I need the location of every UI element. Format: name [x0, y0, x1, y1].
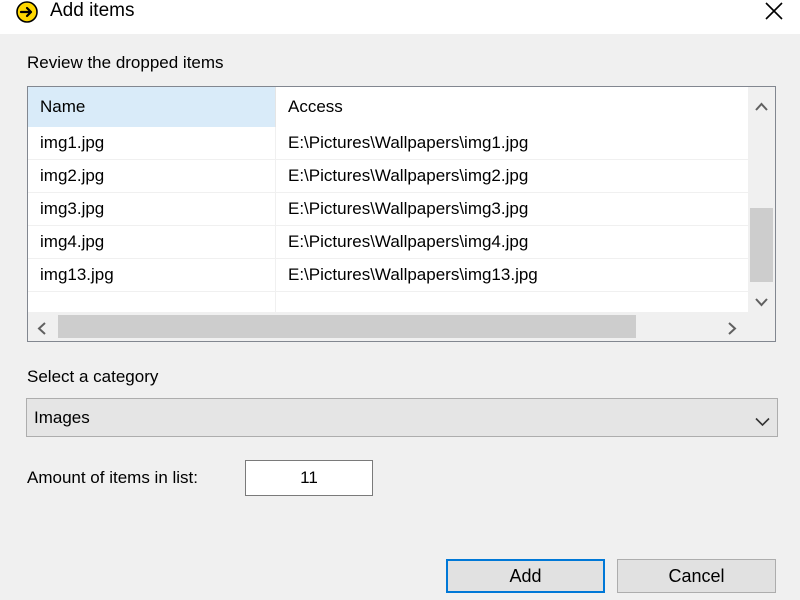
table-row[interactable]: img1.jpg E:\Pictures\Wallpapers\img1.jpg — [28, 127, 748, 160]
amount-field[interactable]: 11 — [245, 460, 373, 496]
cell-name: img1.jpg — [28, 127, 276, 159]
cell-name: img3.jpg — [28, 193, 276, 225]
scroll-up-icon[interactable] — [755, 96, 768, 116]
vertical-scroll-thumb[interactable] — [750, 208, 773, 282]
chevron-down-icon — [755, 412, 770, 432]
scroll-down-icon[interactable] — [755, 292, 768, 312]
column-header-access[interactable]: Access — [276, 87, 748, 127]
cell-access: E:\Pictures\Wallpapers\img13.jpg — [288, 265, 538, 284]
title-bar: Add items — [0, 0, 800, 34]
vertical-scrollbar[interactable] — [748, 87, 775, 312]
category-select[interactable]: Images — [26, 398, 778, 437]
review-label: Review the dropped items — [27, 53, 224, 72]
cell-name: img13.jpg — [28, 259, 276, 291]
category-selected-value: Images — [34, 408, 90, 427]
table-row[interactable]: img4.jpg E:\Pictures\Wallpapers\img4.jpg — [28, 226, 748, 259]
close-icon — [765, 2, 783, 20]
table-row[interactable]: img3.jpg E:\Pictures\Wallpapers\img3.jpg — [28, 193, 748, 226]
horizontal-scroll-thumb[interactable] — [58, 315, 636, 338]
cell-access: E:\Pictures\Wallpapers\img2.jpg — [288, 166, 529, 185]
cell-access: E:\Pictures\Wallpapers\img4.jpg — [288, 232, 529, 251]
window-title: Add items — [50, 0, 135, 21]
cell-name: img2.jpg — [28, 160, 276, 192]
scroll-right-icon[interactable] — [728, 320, 737, 340]
table-row[interactable]: img2.jpg E:\Pictures\Wallpapers\img2.jpg — [28, 160, 748, 193]
add-button[interactable]: Add — [446, 559, 605, 593]
category-label: Select a category — [27, 367, 159, 386]
cell-access: E:\Pictures\Wallpapers\img3.jpg — [288, 199, 529, 218]
column-header-name[interactable]: Name — [28, 87, 276, 127]
cell-name: img4.jpg — [28, 226, 276, 258]
cancel-button[interactable]: Cancel — [617, 559, 776, 593]
cell-access: E:\Pictures\Wallpapers\img1.jpg — [288, 133, 529, 152]
table-row[interactable]: img13.jpg E:\Pictures\Wallpapers\img13.j… — [28, 259, 748, 292]
scroll-left-icon[interactable] — [37, 320, 46, 340]
items-list[interactable]: Name Access img1.jpg E:\Pictures\Wallpap… — [27, 86, 776, 342]
horizontal-scrollbar[interactable] — [28, 312, 748, 341]
close-button[interactable] — [752, 0, 796, 26]
scroll-corner — [748, 312, 775, 341]
amount-label: Amount of items in list: — [27, 468, 199, 487]
arrow-circle-icon — [16, 1, 38, 23]
